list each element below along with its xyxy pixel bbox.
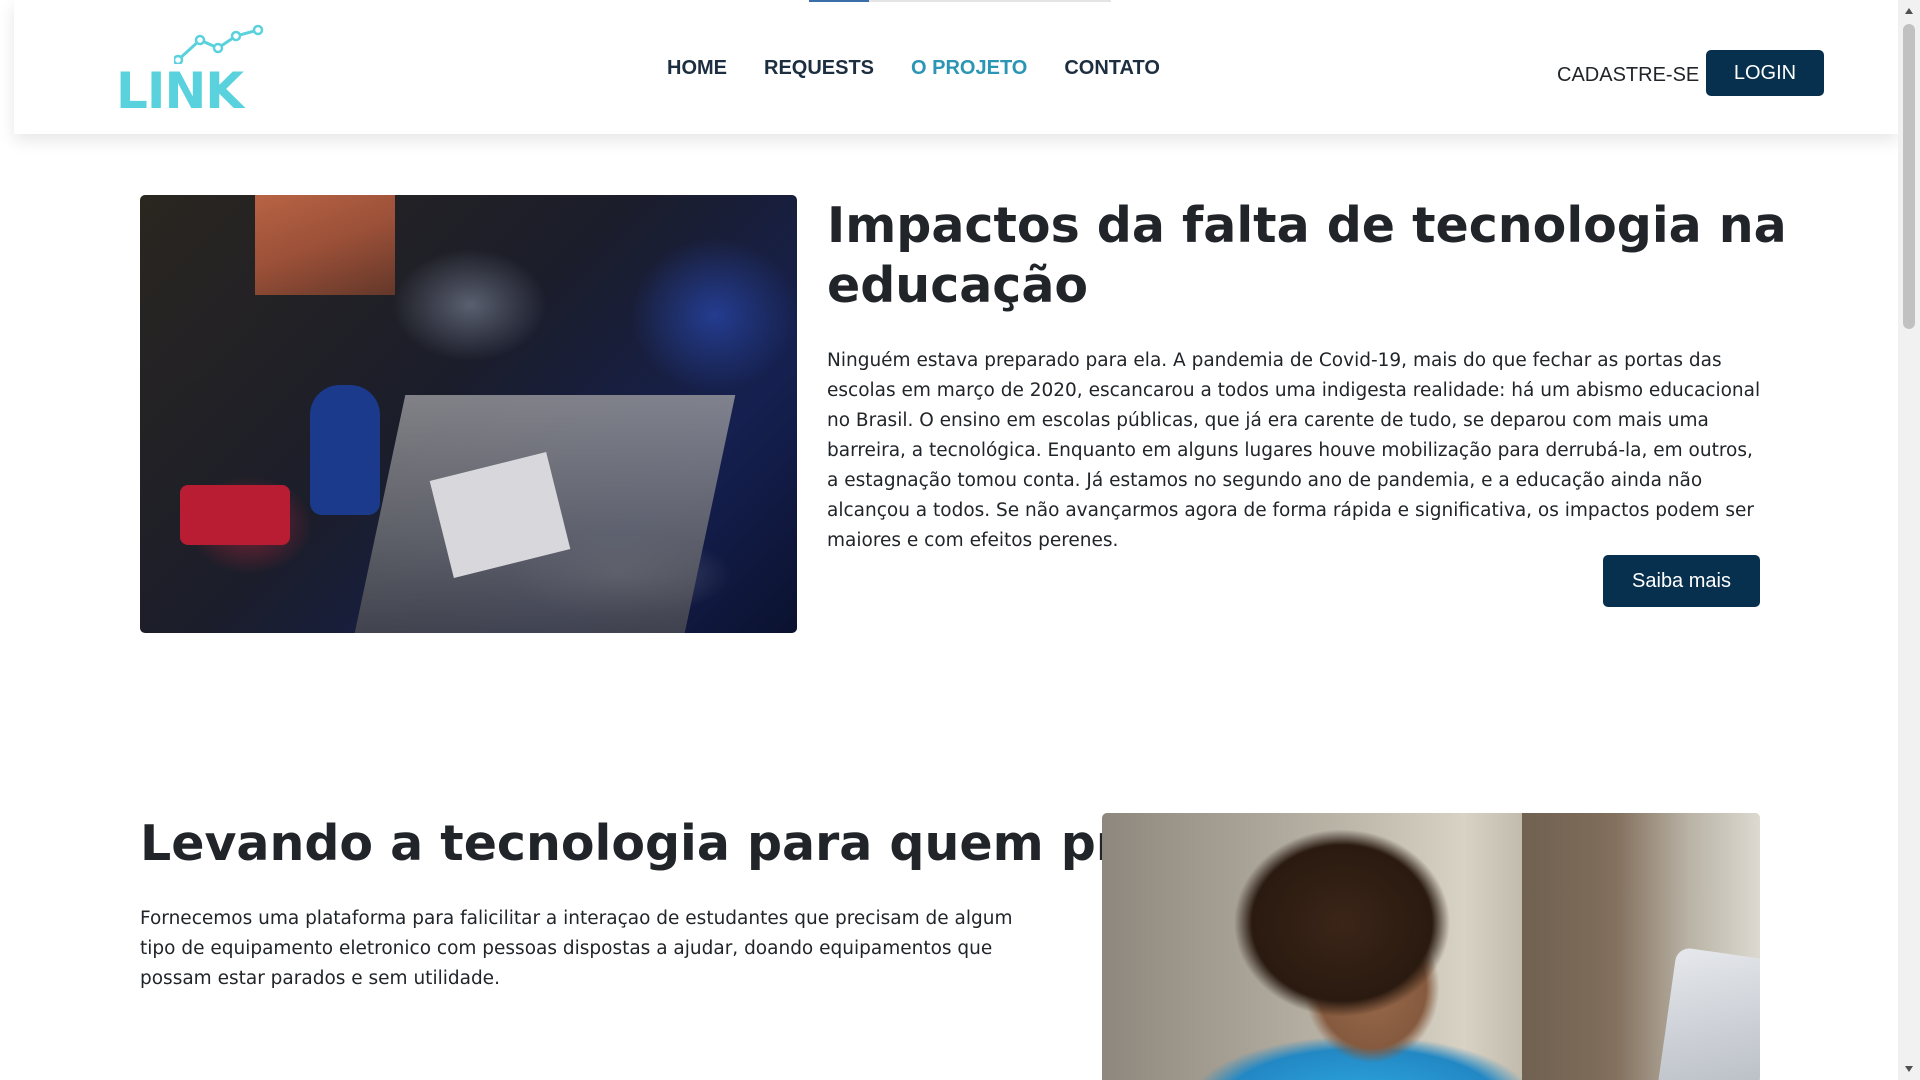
- nav-item-o-projeto[interactable]: O PROJETO: [911, 54, 1027, 82]
- navbar: LINK HOME REQUESTS O PROJETO CONTATO CAD…: [14, 0, 1898, 134]
- signup-link[interactable]: CADASTRE-SE: [1557, 61, 1699, 89]
- page: LINK HOME REQUESTS O PROJETO CONTATO CAD…: [0, 0, 1920, 1080]
- nav-item-home[interactable]: HOME: [667, 54, 727, 82]
- young-man-with-laptop-photo: [1102, 813, 1760, 1080]
- impacts-title: Impactos da falta de tecnologia na educa…: [827, 197, 1787, 314]
- scroll-up-arrow-icon[interactable]: [1898, 0, 1920, 22]
- scrollbar-thumb[interactable]: [1903, 24, 1915, 329]
- tab-indicator-active: [809, 0, 869, 2]
- nav-item-contato[interactable]: CONTATO: [1064, 54, 1160, 82]
- vertical-scrollbar[interactable]: [1898, 0, 1920, 1080]
- login-button[interactable]: LOGIN: [1706, 50, 1824, 96]
- nav-item-requests[interactable]: REQUESTS: [764, 54, 874, 82]
- tab-indicator-track: [869, 0, 1111, 2]
- family-studying-at-table-photo: [140, 195, 797, 633]
- photo-bottle-detail: [310, 385, 380, 515]
- logo-text: LINK: [116, 62, 244, 120]
- logo[interactable]: LINK: [104, 24, 264, 116]
- photo-box-detail: [180, 485, 290, 545]
- photo-window-detail: [255, 195, 395, 295]
- scroll-down-arrow-icon[interactable]: [1898, 1058, 1920, 1080]
- main-nav: HOME REQUESTS O PROJETO CONTATO: [667, 54, 1160, 82]
- line-graph-icon: [174, 24, 264, 64]
- saiba-mais-button[interactable]: Saiba mais: [1603, 555, 1760, 607]
- mission-paragraph: Fornecemos uma plataforma para falicilit…: [140, 908, 1013, 989]
- impacts-paragraph: Ninguém estava preparado para ela. A pan…: [827, 350, 1761, 551]
- mission-title: Levando a tecnologia para quem precisa: [140, 815, 1262, 872]
